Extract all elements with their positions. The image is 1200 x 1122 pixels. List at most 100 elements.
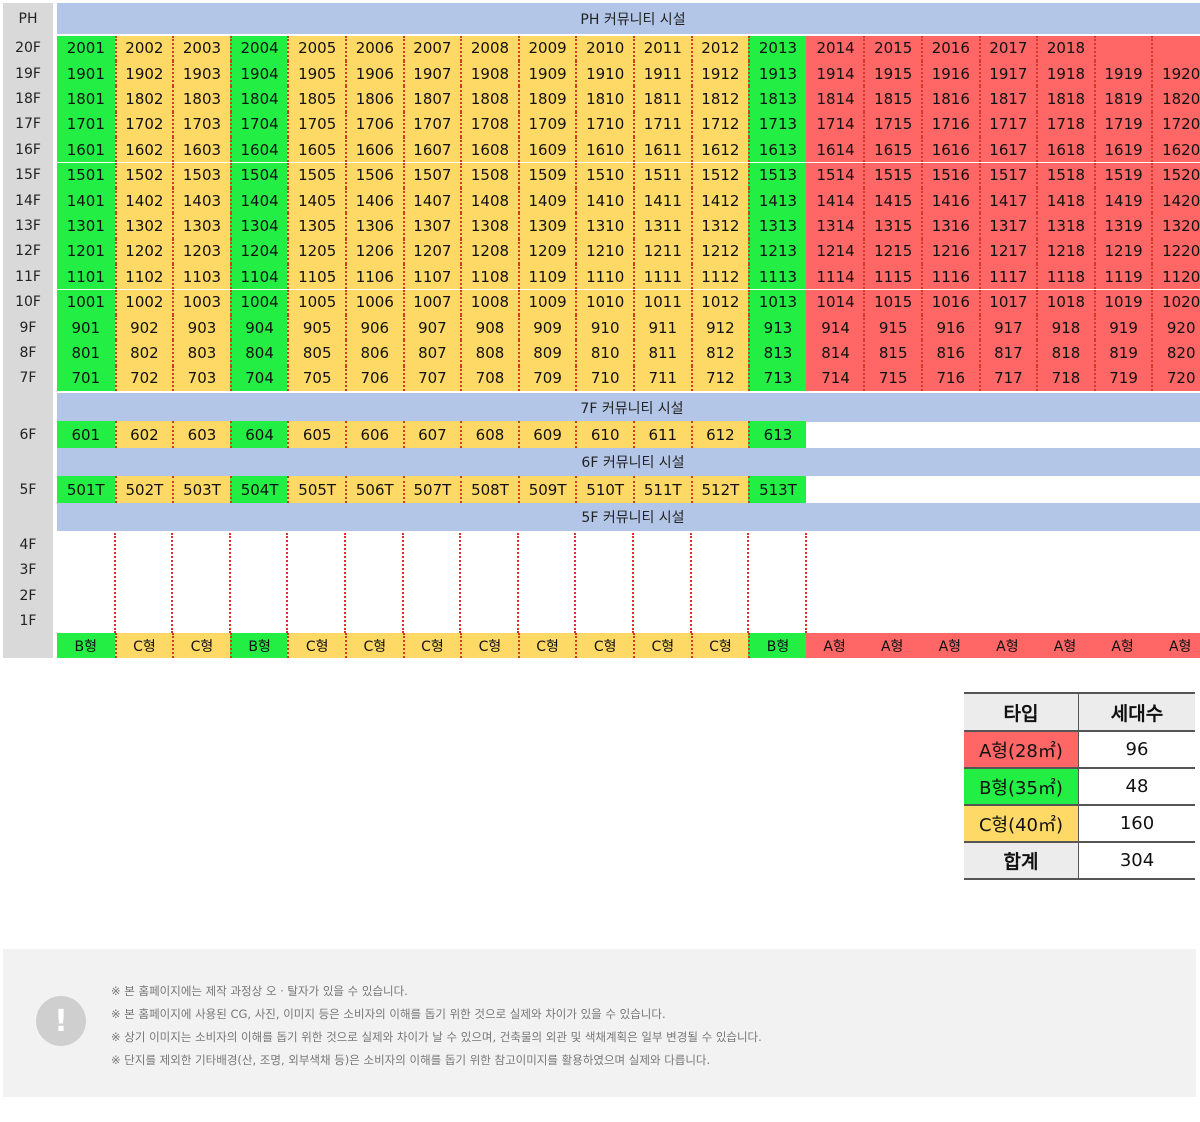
unit-cell: 1906 [345, 60, 403, 87]
unit-cell: 1113 [748, 264, 806, 290]
unit-divider [574, 533, 577, 633]
summary-type-b: B형(35㎡) [964, 767, 1079, 806]
unit-cell: 1703 [172, 111, 230, 138]
unit-cell: 1911 [633, 60, 691, 87]
notice-line: ※ 본 홈페이지에 사용된 CG, 사진, 이미지 등은 소비자의 이해를 돕기… [111, 1007, 666, 1021]
unit-cell: 1003 [172, 289, 230, 315]
unit-cell: 1918 [1036, 60, 1094, 87]
unit-cell: 1410 [575, 187, 633, 214]
unit-cell: 1912 [690, 60, 749, 87]
unit-cell: 1606 [345, 137, 403, 163]
unit-cell: 1806 [345, 86, 403, 112]
unit-cell: 1020 [1151, 289, 1200, 315]
unit-cell: 1102 [114, 264, 173, 290]
unit-cell: 1914 [805, 60, 864, 87]
unit-cell: 1820 [1151, 86, 1200, 112]
unit-cell: 2017 [978, 35, 1037, 61]
summary-count-b: 48 [1078, 767, 1195, 806]
floor-label: 16F [15, 141, 41, 158]
unit-cell: 1109 [517, 264, 576, 290]
summary-header-row: 타입 세대수 [964, 692, 1195, 732]
unit-cell: 1320 [1151, 213, 1200, 239]
unit-cell: 613 [748, 421, 806, 448]
summary-total-row: 합계 304 [964, 841, 1195, 880]
unit-cell: 1014 [805, 289, 864, 315]
floor-label: 9F [19, 319, 37, 336]
unit-cell: 1112 [690, 264, 749, 290]
unit-cell: 1303 [172, 213, 230, 239]
unit-cell: 1604 [229, 137, 288, 163]
unit-cell: 1008 [460, 289, 518, 315]
type-row-spacer [3, 633, 53, 658]
unit-cell: 507T [402, 476, 461, 503]
unit-cell: 717 [978, 365, 1037, 392]
unit-cell: 1913 [748, 60, 806, 87]
unit-cell: 610 [575, 421, 633, 448]
unit-cell: 1001 [57, 289, 115, 315]
type-label-cell: A형 [921, 633, 979, 658]
unit-cell: 1901 [57, 60, 115, 87]
unit-cell: 1310 [575, 213, 633, 239]
floor-label-ph: PH [18, 10, 38, 27]
unit-cell: 1220 [1151, 238, 1200, 265]
unit-cell: 1707 [402, 111, 461, 138]
unit-cell: 1513 [748, 162, 806, 188]
unit-cell: 1404 [229, 187, 288, 214]
unit-cell: 1615 [863, 137, 921, 163]
unit-cell: 1611 [633, 137, 691, 163]
unit-cell: 1203 [172, 238, 230, 265]
unit-cell: 513T [748, 476, 806, 503]
summary-header-type: 타입 [964, 692, 1079, 732]
unit-cell: 1708 [460, 111, 518, 138]
unit-cell: 718 [1036, 365, 1094, 392]
unit-divider [228, 533, 231, 633]
unit-cell: 2012 [690, 35, 749, 61]
unit-cell: 1007 [402, 289, 461, 315]
unit-cell: 720 [1151, 365, 1200, 392]
banner-ph-community: PH 커뮤니티 시설 [57, 3, 1200, 34]
unit-cell: 1115 [863, 264, 921, 290]
unit-cell: 1717 [978, 111, 1037, 138]
unit-cell: 820 [1151, 340, 1200, 366]
unit-cell: 1017 [978, 289, 1037, 315]
unit-cell: 1010 [575, 289, 633, 315]
unit-cell: 1417 [978, 187, 1037, 214]
floor-label: 7F [19, 370, 37, 387]
unit-cell: 1118 [1036, 264, 1094, 290]
unit-cell: 1610 [575, 137, 633, 163]
unit-cell: 1801 [57, 86, 115, 112]
unit-cell: 911 [633, 314, 691, 341]
unit-cell [1093, 35, 1152, 61]
type-label-cell: A형 [1036, 633, 1094, 658]
type-label-cell: A형 [805, 633, 864, 658]
banner-5f-community: 5F 커뮤니티 시설 [57, 503, 1200, 531]
unit-cell: 1408 [460, 187, 518, 214]
unit-cell: 508T [460, 476, 518, 503]
unit-cell: 1517 [978, 162, 1037, 188]
unit-cell: 1312 [690, 213, 749, 239]
type-label-cell: C형 [402, 633, 461, 658]
unit-cell: 1219 [1093, 238, 1152, 265]
summary-row-b: B형(35㎡) 48 [964, 767, 1195, 806]
unit-cell: 1602 [114, 137, 173, 163]
unit-cell: 1504 [229, 162, 288, 188]
unit-cell: 815 [863, 340, 921, 366]
unit-cell: 1205 [287, 238, 345, 265]
type-label-cell: C형 [575, 633, 633, 658]
unit-divider [344, 533, 346, 633]
unit-cell: 1704 [229, 111, 288, 138]
unit-divider [401, 533, 404, 633]
unit-cell: 1702 [114, 111, 173, 138]
unit-cell: 1419 [1093, 187, 1152, 214]
unit-cell: 702 [114, 365, 173, 392]
unit-summary-table: 타입 세대수 A형(28㎡) 96 B형(35㎡) 48 C형(40㎡) 160… [964, 692, 1195, 880]
unit-cell: 1116 [921, 264, 979, 290]
unit-cell: 1620 [1151, 137, 1200, 163]
unit-cell: 1407 [402, 187, 461, 214]
unit-cell: 711 [633, 365, 691, 392]
type-label-cell: C형 [345, 633, 403, 658]
unit-cell: 504T [229, 476, 288, 503]
unit-cell: 1909 [517, 60, 576, 87]
unit-cell: 801 [57, 340, 115, 366]
unit-cell: 1907 [402, 60, 461, 87]
